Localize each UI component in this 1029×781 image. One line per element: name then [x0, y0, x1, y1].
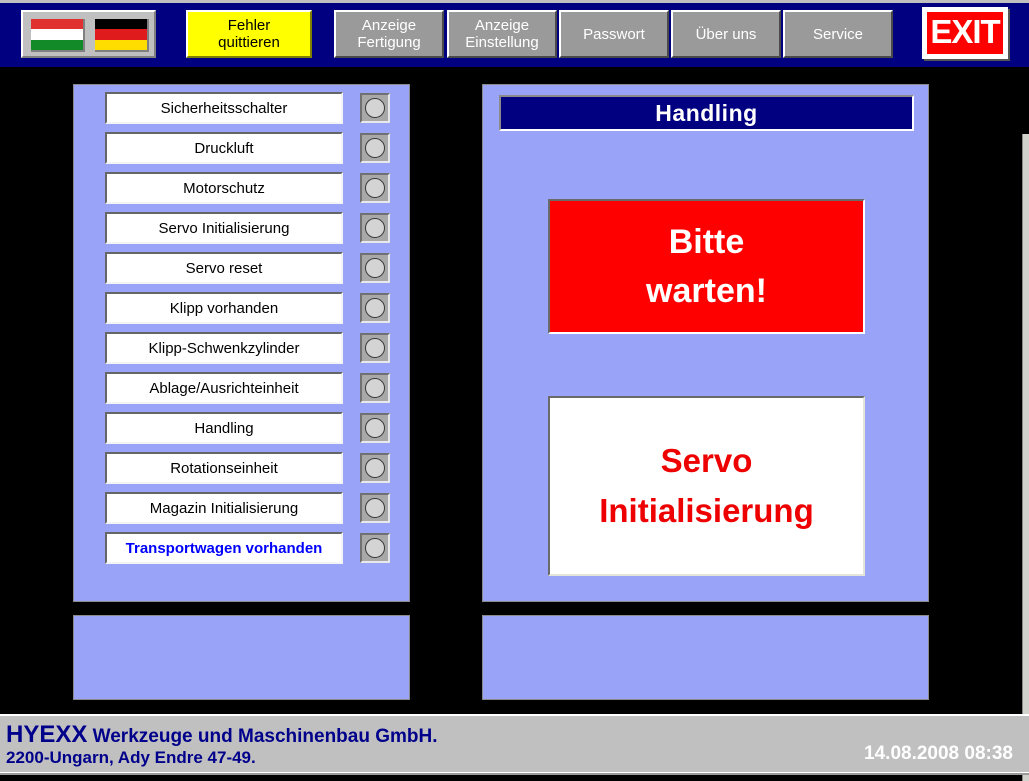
status-lamp-indicator[interactable]	[360, 373, 390, 403]
handling-panel: Handling Bitte warten! Servo Initialisie…	[482, 84, 929, 602]
company-name: HYEXX Werkzeuge und Maschinenbau GmbH.	[6, 721, 438, 749]
left-message-panel	[73, 615, 410, 700]
display-production-button[interactable]: Anzeige Fertigung	[334, 10, 444, 58]
status-lamp-indicator[interactable]	[360, 333, 390, 363]
status-row: Handling	[105, 412, 400, 444]
lamp-bulb-icon	[365, 298, 385, 318]
datetime-display: 14.08.2008 08:38	[864, 743, 1013, 764]
flag-stripe	[95, 39, 147, 50]
lamp-bulb-icon	[365, 378, 385, 398]
flag-stripe	[31, 39, 83, 50]
status-row: Magazin Initialisierung	[105, 492, 400, 524]
status-row: Sicherheitsschalter	[105, 92, 400, 124]
lamp-bulb-icon	[365, 458, 385, 478]
status-row: Servo Initialisierung	[105, 212, 400, 244]
status-lamp-indicator[interactable]	[360, 213, 390, 243]
status-label-field: Servo reset	[105, 252, 343, 284]
status-label-field: Motorschutz	[105, 172, 343, 204]
status-row: Klipp-Schwenkzylinder	[105, 332, 400, 364]
flag-stripe	[31, 19, 83, 30]
main-canvas: Sicherheitsschalter Druckluft Motorschutz S…	[0, 67, 1029, 781]
status-lamp-indicator[interactable]	[360, 533, 390, 563]
state-message-line1: Servo	[660, 442, 753, 479]
right-edge-strip	[1022, 134, 1029, 781]
service-button[interactable]: Service	[783, 10, 893, 58]
german-flag-icon[interactable]	[95, 19, 149, 52]
status-lamp-indicator[interactable]	[360, 133, 390, 163]
status-bar: HYEXX Werkzeuge und Maschinenbau GmbH. 2…	[0, 714, 1029, 775]
status-label-field: Ablage/Ausrichteinheit	[105, 372, 343, 404]
flag-stripe	[95, 19, 147, 30]
acknowledge-fault-button[interactable]: Fehler quittieren	[186, 10, 312, 58]
status-label-field: Servo Initialisierung	[105, 212, 343, 244]
lamp-bulb-icon	[365, 178, 385, 198]
lamp-bulb-icon	[365, 218, 385, 238]
status-lamp-indicator[interactable]	[360, 453, 390, 483]
hungarian-flag-icon[interactable]	[31, 19, 85, 52]
status-label-field: Klipp-Schwenkzylinder	[105, 332, 343, 364]
status-row: Transportwagen vorhanden	[105, 532, 400, 564]
status-label-field: Klipp vorhanden	[105, 292, 343, 324]
status-label-field: Druckluft	[105, 132, 343, 164]
status-label-field: Magazin Initialisierung	[105, 492, 343, 524]
lamp-bulb-icon	[365, 98, 385, 118]
status-row: Motorschutz	[105, 172, 400, 204]
lamp-bulb-icon	[365, 258, 385, 278]
status-row: Servo reset	[105, 252, 400, 284]
top-toolbar: Fehler quittieren Anzeige Fertigung Anze…	[0, 0, 1029, 67]
exit-button[interactable]: EXIT	[922, 7, 1008, 59]
status-label-field: Sicherheitsschalter	[105, 92, 343, 124]
password-button[interactable]: Passwort	[559, 10, 669, 58]
wait-message-box: Bitte warten!	[548, 199, 865, 334]
lamp-bulb-icon	[365, 498, 385, 518]
company-name-rest: Werkzeuge und Maschinenbau GmbH.	[87, 726, 438, 747]
status-lamp-indicator[interactable]	[360, 93, 390, 123]
status-lamp-indicator[interactable]	[360, 173, 390, 203]
lamp-bulb-icon	[365, 418, 385, 438]
status-row: Druckluft	[105, 132, 400, 164]
status-list-panel: Sicherheitsschalter Druckluft Motorschutz S…	[73, 84, 410, 602]
status-row: Klipp vorhanden	[105, 292, 400, 324]
company-brand: HYEXX	[6, 721, 88, 748]
status-label-field: Transportwagen vorhanden	[105, 532, 343, 564]
about-us-button[interactable]: Über uns	[671, 10, 781, 58]
display-settings-button[interactable]: Anzeige Einstellung	[447, 10, 557, 58]
company-address: 2200-Ungarn, Ady Endre 47-49.	[6, 748, 256, 767]
handling-header: Handling	[499, 95, 914, 131]
status-lamp-indicator[interactable]	[360, 493, 390, 523]
lamp-bulb-icon	[365, 538, 385, 558]
flag-stripe	[31, 29, 83, 40]
right-message-panel	[482, 615, 929, 700]
wait-message-line2: warten!	[646, 271, 767, 310]
status-label-field: Handling	[105, 412, 343, 444]
exit-label: EXIT	[927, 12, 1003, 54]
state-message-box: Servo Initialisierung	[548, 396, 865, 576]
status-row: Rotationseinheit	[105, 452, 400, 484]
status-lamp-indicator[interactable]	[360, 413, 390, 443]
wait-message-line1: Bitte	[668, 222, 745, 261]
flag-stripe	[95, 29, 147, 40]
lamp-bulb-icon	[365, 138, 385, 158]
state-message-line2: Initialisierung	[599, 492, 814, 529]
status-row: Ablage/Ausrichteinheit	[105, 372, 400, 404]
status-lamp-indicator[interactable]	[360, 293, 390, 323]
status-label-field: Rotationseinheit	[105, 452, 343, 484]
language-selector	[21, 10, 156, 58]
lamp-bulb-icon	[365, 338, 385, 358]
status-lamp-indicator[interactable]	[360, 253, 390, 283]
toolbar-top-hairline	[0, 0, 1029, 3]
